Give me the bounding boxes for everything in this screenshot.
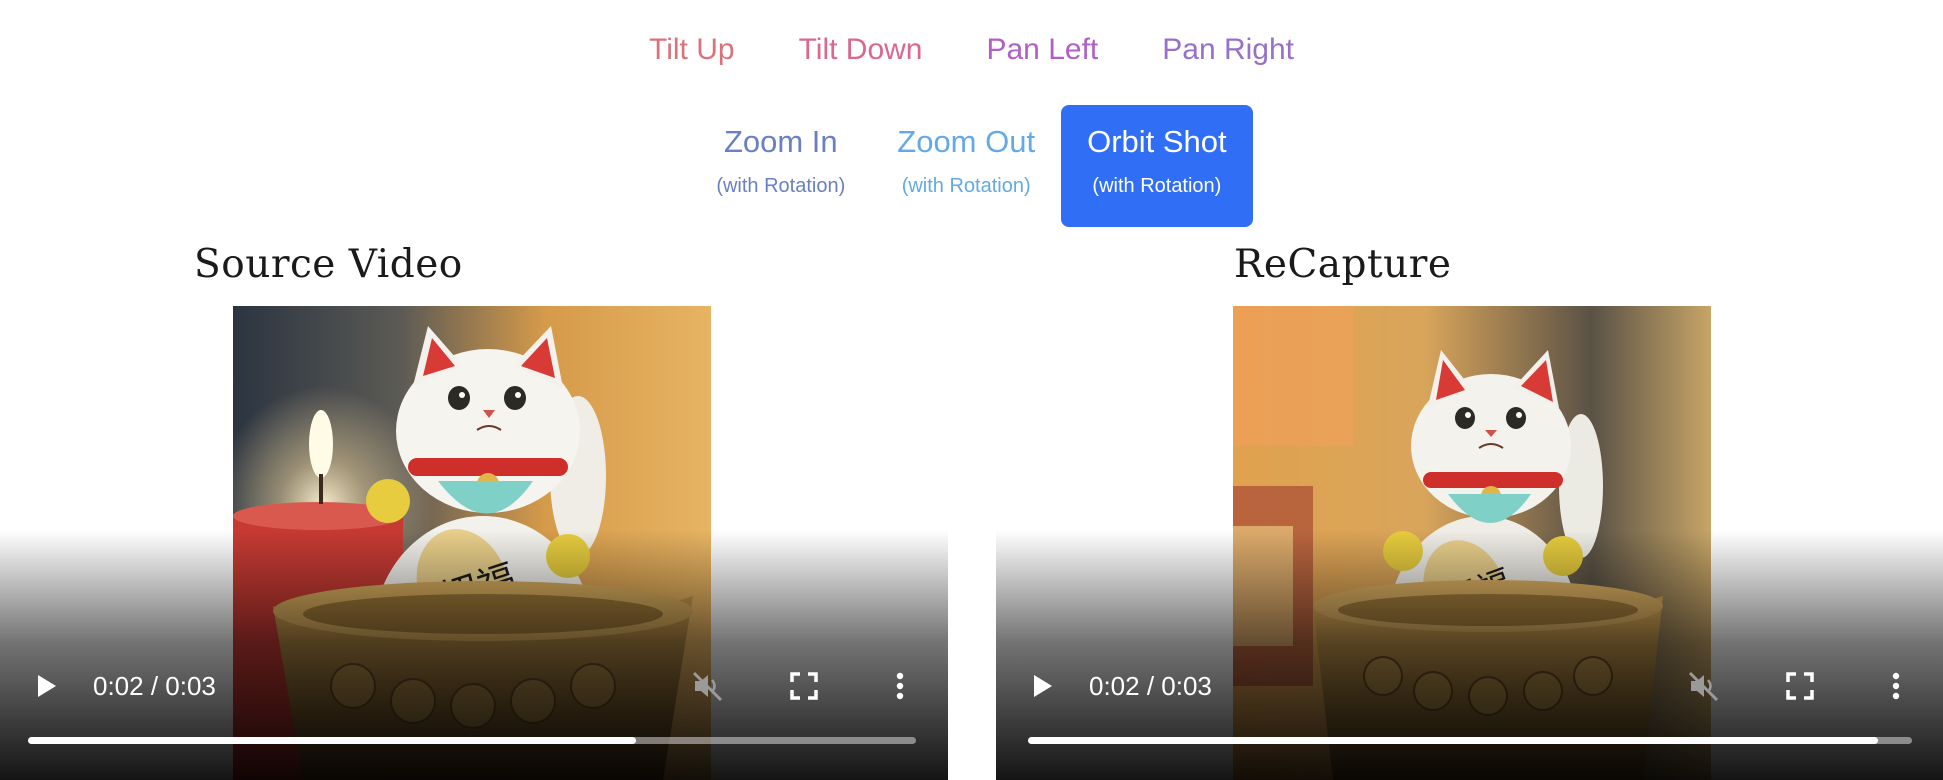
lucky-cat-image: 招福	[233, 306, 711, 780]
fullscreen-icon[interactable]	[1782, 668, 1818, 704]
play-icon[interactable]	[1024, 668, 1060, 704]
tab-zoom-in[interactable]: Zoom In (with Rotation)	[690, 105, 871, 227]
camera-motion-row-1: Tilt Up Tilt Down Pan Left Pan Right	[0, 22, 1943, 78]
progress-fill	[1028, 737, 1879, 744]
page: Tilt Up Tilt Down Pan Left Pan Right Zoo…	[0, 0, 1943, 780]
time-display: 0:02 / 0:03	[93, 671, 216, 701]
lucky-cat-image: 招福	[1233, 306, 1711, 780]
tab-tilt-down[interactable]: Tilt Down	[767, 22, 955, 78]
source-video-title: Source Video	[194, 242, 463, 287]
tab-pan-right[interactable]: Pan Right	[1130, 22, 1326, 78]
tab-pan-left[interactable]: Pan Left	[954, 22, 1130, 78]
camera-motion-row-2: Zoom In (with Rotation) Zoom Out (with R…	[0, 105, 1943, 227]
tab-zoom-in-sublabel: (with Rotation)	[716, 175, 846, 197]
tab-orbit-shot-sublabel: (with Rotation)	[1092, 175, 1222, 197]
tab-zoom-out-sublabel: (with Rotation)	[901, 175, 1031, 197]
progress-bar[interactable]	[28, 737, 916, 744]
fullscreen-icon[interactable]	[786, 668, 822, 704]
muted-speaker-icon[interactable]	[690, 668, 726, 704]
source-video-player[interactable]: 招福 0:02 / 0:03	[0, 306, 948, 780]
tab-tilt-up[interactable]: Tilt Up	[617, 22, 767, 78]
muted-speaker-icon[interactable]	[1686, 668, 1722, 704]
recapture-video-player[interactable]: 招福 0:02 / 0:03	[996, 306, 1943, 780]
more-vert-icon[interactable]	[1878, 668, 1914, 704]
recapture-title: ReCapture	[1234, 242, 1452, 287]
progress-fill	[28, 737, 637, 744]
source-video-frame: 招福	[233, 306, 711, 780]
more-vert-icon[interactable]	[882, 668, 918, 704]
progress-bar[interactable]	[1028, 737, 1912, 744]
tab-orbit-shot-label: Orbit Shot	[1087, 124, 1227, 159]
tab-orbit-shot[interactable]: Orbit Shot (with Rotation)	[1061, 105, 1253, 227]
tab-zoom-in-label: Zoom In	[723, 124, 838, 159]
tab-zoom-out[interactable]: Zoom Out (with Rotation)	[871, 105, 1061, 227]
play-icon[interactable]	[28, 668, 64, 704]
time-display: 0:02 / 0:03	[1089, 671, 1212, 701]
recapture-video-frame: 招福	[1233, 306, 1711, 780]
tab-zoom-out-label: Zoom Out	[897, 124, 1036, 159]
